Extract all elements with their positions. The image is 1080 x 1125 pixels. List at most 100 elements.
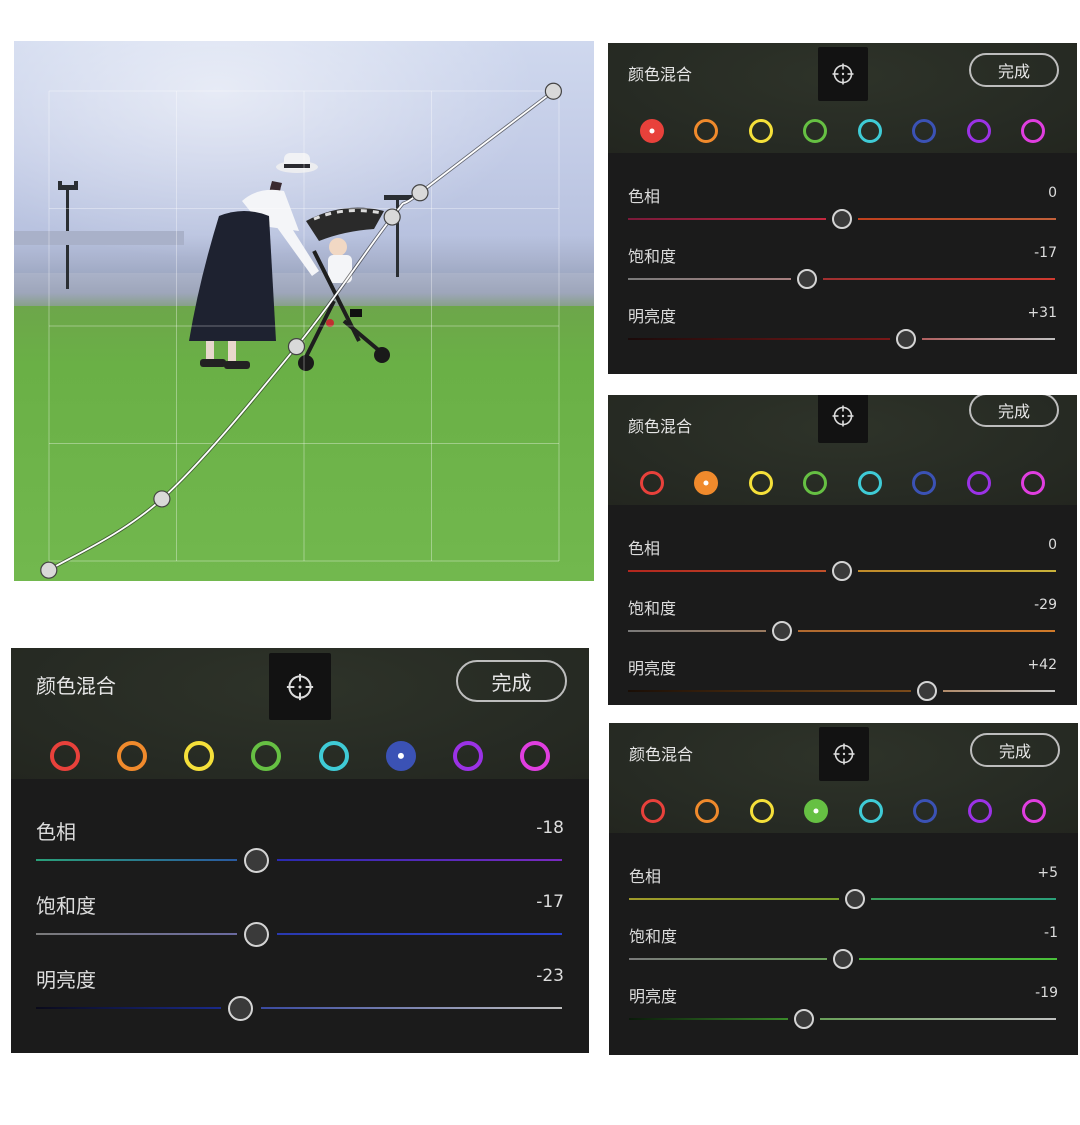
slider-track-left[interactable] — [36, 859, 237, 861]
color-swatch-blue[interactable] — [386, 741, 416, 771]
slider-track-left[interactable] — [628, 630, 766, 632]
slider-track-right[interactable] — [277, 859, 562, 861]
slider-label: 饱和度 — [36, 894, 96, 918]
slider-thumb[interactable] — [845, 889, 865, 909]
slider-track-left[interactable] — [628, 570, 826, 572]
slider-thumb[interactable] — [896, 329, 916, 349]
color-swatch-green[interactable] — [804, 799, 828, 823]
slider-track-left[interactable] — [36, 933, 237, 935]
target-adjust-icon — [832, 405, 854, 427]
slider-track-right[interactable] — [261, 1007, 562, 1009]
distant-city — [14, 231, 184, 245]
color-swatch-blue[interactable] — [912, 119, 936, 143]
slider-label: 饱和度 — [628, 247, 677, 266]
color-swatch-magenta[interactable] — [1021, 471, 1045, 495]
color-swatch-green[interactable] — [251, 741, 281, 771]
curve-point[interactable] — [411, 184, 429, 202]
slider-track-left[interactable] — [629, 1018, 788, 1020]
color-swatch-magenta[interactable] — [520, 741, 550, 771]
curve-point[interactable] — [287, 338, 306, 356]
target-adjust-button[interactable] — [818, 47, 868, 101]
color-swatch-yellow[interactable] — [750, 799, 774, 823]
slider-label: 色相 — [628, 539, 661, 558]
target-adjust-icon — [833, 743, 855, 765]
mother-figure — [189, 153, 319, 369]
slider-label: 明亮度 — [628, 659, 677, 678]
color-swatch-red[interactable] — [640, 119, 664, 143]
slider-value: 0 — [1048, 185, 1057, 201]
slider-track-right[interactable] — [859, 958, 1057, 960]
color-swatch-orange[interactable] — [694, 471, 718, 495]
slider-label: 饱和度 — [628, 599, 677, 618]
slider-label: 色相 — [36, 820, 76, 844]
slider-track-left[interactable] — [629, 898, 839, 900]
slider-thumb[interactable] — [797, 269, 817, 289]
color-swatch-purple[interactable] — [967, 471, 991, 495]
color-swatch-purple[interactable] — [968, 799, 992, 823]
slider-thumb[interactable] — [832, 561, 852, 581]
color-swatch-aqua[interactable] — [858, 119, 882, 143]
slider-track-right[interactable] — [858, 218, 1056, 220]
color-swatch-magenta[interactable] — [1021, 119, 1045, 143]
slider-thumb[interactable] — [833, 949, 853, 969]
slider-thumb[interactable] — [244, 922, 269, 947]
done-button[interactable]: 完成 — [456, 660, 567, 702]
slider-thumb[interactable] — [228, 996, 253, 1021]
slider-track-right[interactable] — [820, 1018, 1056, 1020]
color-swatch-aqua[interactable] — [858, 471, 882, 495]
curve-point[interactable] — [153, 490, 171, 508]
done-button[interactable]: 完成 — [970, 733, 1060, 767]
curve-point[interactable] — [544, 82, 563, 100]
color-swatch-orange[interactable] — [695, 799, 719, 823]
slider-track-right[interactable] — [922, 338, 1055, 340]
slider-thumb[interactable] — [832, 209, 852, 229]
slider-track-left[interactable] — [629, 958, 827, 960]
target-adjust-button[interactable] — [819, 727, 869, 781]
slider-track-left[interactable] — [628, 218, 826, 220]
color-swatch-orange[interactable] — [694, 119, 718, 143]
slider-track-right[interactable] — [858, 570, 1056, 572]
color-swatch-purple[interactable] — [967, 119, 991, 143]
slider-track-right[interactable] — [277, 933, 562, 935]
slider-thumb[interactable] — [772, 621, 792, 641]
slider-value: +31 — [1027, 305, 1057, 321]
slider-label: 明亮度 — [629, 987, 678, 1006]
color-swatch-red[interactable] — [641, 799, 665, 823]
slider-track-left[interactable] — [628, 338, 890, 340]
color-swatch-green[interactable] — [803, 119, 827, 143]
slider-track-left[interactable] — [36, 1007, 221, 1009]
slider-value: -17 — [1034, 245, 1057, 261]
done-button[interactable]: 完成 — [969, 395, 1059, 427]
color-swatch-blue[interactable] — [912, 471, 936, 495]
slider-track-right[interactable] — [823, 278, 1055, 280]
target-adjust-button[interactable] — [269, 653, 331, 720]
color-swatch-yellow[interactable] — [749, 471, 773, 495]
slider-track-right[interactable] — [943, 690, 1055, 692]
slider-thumb[interactable] — [244, 848, 269, 873]
curve-point[interactable] — [383, 208, 401, 226]
color-swatch-green[interactable] — [803, 471, 827, 495]
stroller — [298, 207, 390, 371]
slider-track-right[interactable] — [798, 630, 1055, 632]
target-adjust-button[interactable] — [818, 395, 868, 443]
color-swatch-red[interactable] — [640, 471, 664, 495]
slider-track-left[interactable] — [628, 690, 911, 692]
slider-thumb[interactable] — [794, 1009, 814, 1029]
color-swatch-aqua[interactable] — [859, 799, 883, 823]
color-swatch-red[interactable] — [50, 741, 80, 771]
slider-label: 饱和度 — [629, 927, 678, 946]
slider-track-right[interactable] — [871, 898, 1056, 900]
color-swatch-orange[interactable] — [117, 741, 147, 771]
curve-point[interactable] — [40, 561, 58, 579]
color-swatch-yellow[interactable] — [184, 741, 214, 771]
color-swatch-magenta[interactable] — [1022, 799, 1046, 823]
slider-value: -1 — [1044, 925, 1058, 941]
color-swatch-aqua[interactable] — [319, 741, 349, 771]
color-mix-panel-blue: 颜色混合 完成 色相 -18 饱和度 -17 明亮度 -23 — [11, 648, 589, 1053]
done-button[interactable]: 完成 — [969, 53, 1059, 87]
slider-track-left[interactable] — [628, 278, 791, 280]
color-swatch-yellow[interactable] — [749, 119, 773, 143]
color-swatch-blue[interactable] — [913, 799, 937, 823]
color-swatch-purple[interactable] — [453, 741, 483, 771]
slider-thumb[interactable] — [917, 681, 937, 701]
